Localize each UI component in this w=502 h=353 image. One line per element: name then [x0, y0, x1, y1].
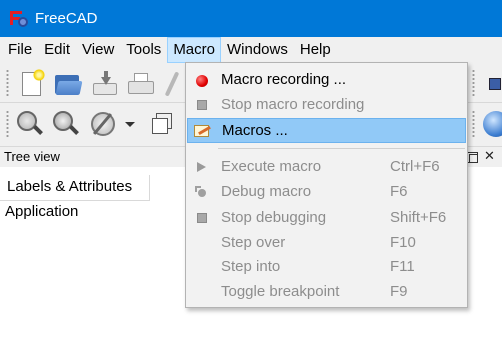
fit-all-icon[interactable] — [14, 109, 44, 139]
menu-item-label: Stop macro recording — [221, 96, 365, 113]
menu-item-shortcut: F6 — [390, 183, 408, 200]
fit-selection-icon[interactable] — [50, 109, 80, 139]
menu-edit[interactable]: Edit — [38, 37, 76, 63]
toolbar-grip[interactable] — [472, 110, 475, 138]
toolbar-grip[interactable] — [472, 69, 475, 97]
menu-item-debug-macro[interactable]: Debug macro F6 — [187, 180, 466, 205]
tree-view-tab[interactable]: Labels & Attributes — [0, 175, 150, 201]
menu-item-label: Macro recording ... — [221, 71, 347, 88]
menu-item-shortcut: F9 — [390, 283, 408, 300]
close-icon[interactable]: ✕ — [484, 149, 495, 163]
menu-item-execute-macro[interactable]: Execute macro Ctrl+F6 — [187, 155, 466, 180]
tree-item-application[interactable]: Application — [5, 203, 78, 220]
menu-item-shortcut: Shift+F6 — [390, 209, 447, 226]
menu-item-step-into[interactable]: Step into F11 — [187, 255, 466, 280]
isometric-view-icon[interactable] — [146, 109, 176, 139]
menu-item-label: Execute macro — [221, 158, 322, 175]
menu-item-toggle-breakpoint[interactable]: Toggle breakpoint F9 — [187, 280, 466, 305]
menu-windows[interactable]: Windows — [221, 37, 294, 63]
menu-macro[interactable]: Macro — [167, 37, 221, 63]
menu-item-label: Toggle breakpoint — [221, 283, 340, 300]
menu-separator — [218, 148, 465, 149]
stop-icon — [197, 100, 207, 110]
menu-file[interactable]: File — [2, 37, 38, 63]
toolbar-grip[interactable] — [6, 69, 9, 97]
open-folder-icon[interactable] — [53, 69, 83, 99]
title-bar: FreeCAD — [0, 0, 502, 37]
new-document-icon[interactable] — [17, 69, 47, 99]
menu-item-label: Step into — [221, 258, 281, 275]
menu-item-macros[interactable]: Macros ... — [187, 118, 466, 143]
menu-item-stop-debugging[interactable]: Stop debugging Shift+F6 — [187, 206, 466, 231]
draw-style-icon[interactable] — [88, 109, 118, 139]
cut-icon[interactable] — [162, 69, 184, 99]
menu-view[interactable]: View — [76, 37, 120, 63]
menu-help[interactable]: Help — [294, 37, 337, 63]
menu-item-label: Step over — [221, 234, 286, 251]
tree-view-title: Tree view — [4, 149, 60, 164]
print-icon[interactable] — [126, 69, 156, 99]
menu-item-macro-recording[interactable]: Macro recording ... — [187, 68, 466, 93]
macros-edit-icon — [194, 123, 211, 138]
menu-tools[interactable]: Tools — [120, 37, 167, 63]
menu-item-shortcut: Ctrl+F6 — [390, 158, 440, 175]
menu-item-stop-macro-recording[interactable]: Stop macro recording — [187, 93, 466, 118]
menu-item-shortcut: F10 — [390, 234, 416, 251]
toolbar-grip[interactable] — [6, 110, 9, 138]
menu-bar: File Edit View Tools Macro Windows Help — [0, 37, 502, 63]
record-icon — [196, 75, 208, 87]
chevron-down-icon[interactable] — [125, 122, 135, 127]
debug-icon — [195, 186, 208, 198]
menu-item-label: Debug macro — [221, 183, 312, 200]
menu-item-step-over[interactable]: Step over F10 — [187, 231, 466, 256]
save-icon[interactable] — [90, 69, 120, 99]
menu-item-label: Macros ... — [222, 122, 288, 139]
menu-item-shortcut: F11 — [390, 258, 415, 275]
float-panel-icon[interactable] — [467, 152, 478, 163]
web-browser-icon[interactable] — [481, 108, 502, 138]
window-title: FreeCAD — [35, 10, 98, 27]
stop-debug-icon — [197, 213, 207, 223]
freecad-logo-icon — [10, 10, 28, 27]
tree-tab-label: Labels & Attributes — [7, 178, 133, 195]
macro-dropdown-menu: Macro recording ... Stop macro recording… — [185, 62, 468, 308]
execute-icon — [197, 162, 206, 172]
workbench-icon[interactable] — [487, 69, 502, 99]
menu-item-label: Stop debugging — [221, 209, 327, 226]
